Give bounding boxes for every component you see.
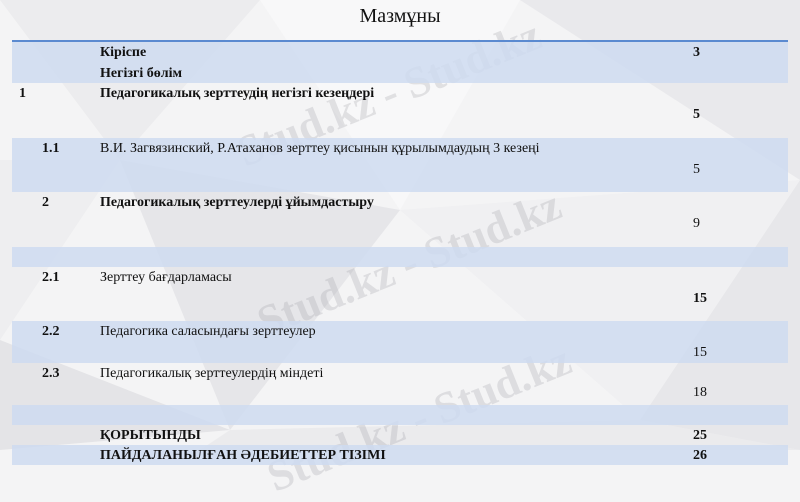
toc-row-references[interactable]: ПАЙДАЛАНЫЛҒАН ӘДЕБИЕТТЕР ТІЗІМІ 26 [12, 445, 788, 465]
toc-title: Педагогикалық зерттеулердің міндеті [100, 366, 324, 381]
toc-number: 1.1 [42, 141, 60, 156]
toc-title: В.И. Загвязинский, Р.Атаханов зерттеу қи… [100, 141, 540, 156]
toc-title: Педагогика саласындағы зерттеулер [100, 324, 316, 339]
toc-page: 3 [693, 45, 700, 60]
toc-title: Негізгі бөлім [100, 66, 183, 81]
toc-title: Зерттеу бағдарламасы [100, 270, 232, 285]
toc-row-empty [12, 247, 788, 267]
table-of-contents: Кіріспе 3 Негізгі бөлім 1 Педагогикалық … [12, 40, 788, 465]
toc-number: 2.1 [42, 270, 60, 285]
toc-row-1[interactable]: 1 Педагогикалық зерттеудің негізгі кезең… [12, 83, 788, 138]
toc-number: 2.2 [42, 324, 60, 339]
toc-row-1-1[interactable]: 1.1 В.И. Загвязинский, Р.Атаханов зертте… [12, 138, 788, 192]
toc-row-2-3[interactable]: 2.3 Педагогикалық зерттеулердің міндеті … [12, 363, 788, 405]
toc-title: Кіріспе [100, 45, 147, 60]
toc-number: 2.3 [42, 366, 60, 381]
toc-row-2-1[interactable]: 2.1 Зерттеу бағдарламасы 15 [12, 267, 788, 321]
toc-page: 5 [693, 107, 700, 122]
toc-title: Педагогикалық зерттеулерді ұйымдастыру [100, 195, 374, 210]
toc-row-2[interactable]: 2 Педагогикалық зерттеулерді ұйымдастыру… [12, 192, 788, 247]
toc-row-2-2[interactable]: 2.2 Педагогика саласындағы зерттеулер 15 [12, 321, 788, 363]
page-title: Мазмұны [359, 5, 441, 27]
toc-row-main-part[interactable]: Негізгі бөлім [12, 63, 788, 83]
toc-page: 15 [693, 345, 707, 360]
toc-row-conclusion[interactable]: ҚОРЫТЫНДЫ 25 [12, 425, 788, 445]
toc-page: 5 [693, 162, 700, 177]
toc-title: Педагогикалық зерттеудің негізгі кезеңде… [100, 86, 375, 101]
toc-page: 15 [693, 291, 707, 306]
toc-row-intro[interactable]: Кіріспе 3 [12, 42, 788, 63]
toc-number: 2 [42, 195, 49, 210]
toc-page: 9 [693, 216, 700, 231]
toc-row-empty [12, 405, 788, 425]
toc-page: 18 [693, 385, 707, 400]
toc-title: ҚОРЫТЫНДЫ [100, 428, 201, 443]
toc-page: 25 [693, 428, 707, 443]
toc-number: 1 [19, 86, 26, 101]
